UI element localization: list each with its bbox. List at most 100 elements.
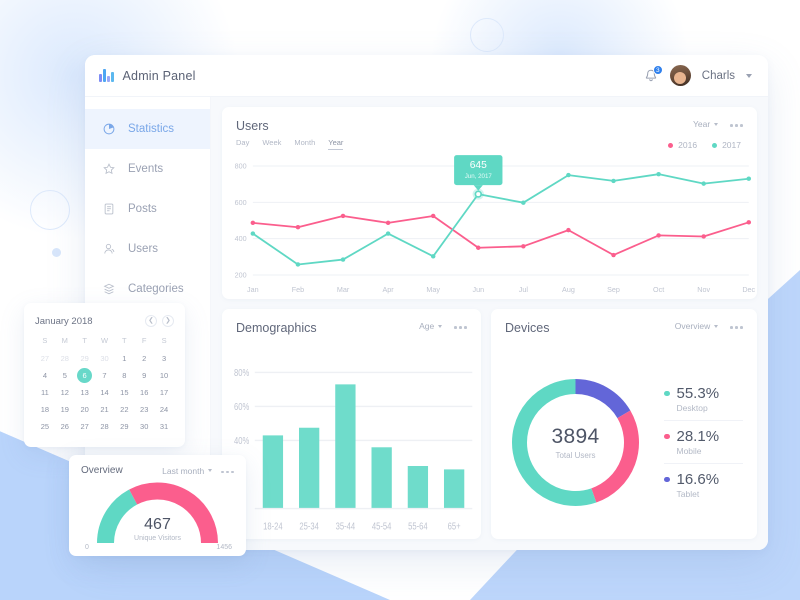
calendar-day[interactable]: 31 (154, 419, 174, 434)
calendar-day[interactable]: 30 (134, 419, 154, 434)
calendar-navs: ❮ ❯ (145, 315, 174, 327)
avatar[interactable] (669, 65, 691, 86)
sidebar-item-label: Events (128, 163, 164, 175)
list-item[interactable]: 28.1% Mobile (664, 420, 743, 463)
devices-tools: Overview (675, 321, 743, 331)
tab-week[interactable]: Week (262, 138, 281, 150)
document-icon (104, 203, 114, 215)
calendar-day[interactable]: 21 (95, 402, 115, 417)
devices-more-button[interactable] (730, 323, 743, 329)
device-percent: 55.3% (676, 385, 720, 402)
sidebar-item-label: Posts (128, 203, 157, 215)
notification-bell-button[interactable]: 3 (643, 64, 663, 84)
calendar-day[interactable]: 20 (75, 402, 95, 417)
calendar-day[interactable]: 22 (114, 402, 134, 417)
calendar-day[interactable]: 4 (35, 368, 55, 383)
devices-card: Devices Overview 3894 Total Users 55.3% … (491, 309, 757, 539)
legend-item-2017[interactable]: 2017 (712, 140, 741, 150)
overview-period-select[interactable]: Last month (162, 466, 213, 476)
calendar-day[interactable]: 28 (55, 351, 75, 366)
chevron-right-icon[interactable]: ❯ (162, 315, 174, 327)
calendar-day[interactable]: 19 (55, 402, 75, 417)
chevron-down-icon (438, 324, 443, 328)
calendar-day[interactable]: 7 (95, 368, 115, 383)
donut-center: 3894 Total Users (507, 374, 644, 511)
sidebar-item-events[interactable]: Events (85, 149, 210, 189)
overview-title: Overview (81, 465, 123, 476)
devices-select[interactable]: Overview (675, 321, 719, 331)
demographics-more-button[interactable] (454, 323, 467, 329)
legend-item-2016[interactable]: 2016 (668, 140, 697, 150)
calendar-day[interactable]: 27 (35, 351, 55, 366)
users-more-button[interactable] (730, 121, 743, 127)
calendar-day[interactable]: 29 (114, 419, 134, 434)
chevron-down-icon (714, 324, 719, 328)
calendar-dow-label: S (161, 336, 167, 345)
users-line-chart[interactable]: 200 400 600 800 Jan Feb Mar Apr May Jun Jul Aug Sep O… (222, 152, 757, 299)
user-icon (104, 243, 115, 254)
topbar-right: 3 Charls (643, 64, 752, 86)
tab-year[interactable]: Year (328, 138, 344, 150)
calendar-day[interactable]: 16 (134, 385, 154, 400)
calendar-day[interactable]: 30 (95, 351, 115, 366)
overview-more-button[interactable] (221, 468, 234, 474)
calendar-day[interactable]: 10 (154, 368, 174, 383)
calendar-day[interactable]: 11 (35, 385, 55, 400)
calendar-day[interactable]: 18 (35, 402, 55, 417)
users-period-select[interactable]: Year (693, 119, 719, 129)
user-name: Charls (701, 69, 735, 82)
legend-dot (668, 142, 674, 148)
app-title: Admin Panel (122, 68, 196, 83)
calendar-day[interactable]: 17 (154, 385, 174, 400)
svg-text:40%: 40% (234, 435, 249, 446)
calendar-day[interactable]: 13 (75, 385, 95, 400)
calendar-day[interactable]: 24 (154, 402, 174, 417)
demographics-select[interactable]: Age (419, 321, 443, 331)
tab-day[interactable]: Day (236, 138, 249, 150)
calendar-day[interactable]: 15 (114, 385, 134, 400)
chevron-left-icon[interactable]: ❮ (145, 315, 157, 327)
calendar-day[interactable]: 1 (114, 351, 134, 366)
calendar-day[interactable]: 26 (55, 419, 75, 434)
calendar-day[interactable]: 3 (154, 351, 174, 366)
svg-text:35-44: 35-44 (336, 520, 356, 531)
devices-body: 3894 Total Users 55.3% Desktop 28.1% Mob… (491, 345, 757, 539)
demographics-select-value: Age (419, 321, 435, 331)
donut-total-label: Total Users (555, 450, 596, 460)
list-item[interactable]: 55.3% Desktop (664, 378, 743, 420)
svg-text:Mar: Mar (337, 286, 350, 294)
calendar-day[interactable]: 2 (134, 351, 154, 366)
devices-donut-chart[interactable]: 3894 Total Users (507, 374, 644, 511)
calendar-day[interactable]: 28 (95, 419, 115, 434)
users-card-header: Users Year (222, 107, 757, 133)
svg-text:200: 200 (235, 272, 247, 280)
svg-text:18-24: 18-24 (263, 520, 283, 531)
calendar-day[interactable]: 8 (114, 368, 134, 383)
calendar-day[interactable]: 25 (35, 419, 55, 434)
calendar-day[interactable]: 14 (95, 385, 115, 400)
calendar-widget: January 2018 ❮ ❯ S M T W T F S 27 28 29 30 1 2 3 4 5 6 7 8… (24, 303, 185, 447)
calendar-day[interactable]: 12 (55, 385, 75, 400)
demographics-bar-chart[interactable]: 40% 60% 80% 18-24 25-34 35-44 45-54 55-64 65+ (222, 345, 481, 539)
svg-text:Oct: Oct (653, 286, 664, 294)
calendar-day[interactable]: 9 (134, 368, 154, 383)
tab-month[interactable]: Month (294, 138, 315, 150)
demographics-tools: Age (419, 321, 467, 331)
devices-header: Devices Overview (491, 309, 757, 335)
svg-text:Jul: Jul (519, 286, 529, 294)
chevron-down-icon[interactable] (746, 73, 752, 78)
legend-dot (664, 476, 670, 483)
calendar-day-selected[interactable]: 6 (75, 368, 95, 383)
overview-gauge-chart[interactable]: 467 Unique Visitors 0 1456 (81, 478, 234, 555)
calendar-day[interactable]: 5 (55, 368, 75, 383)
calendar-day[interactable]: 23 (134, 402, 154, 417)
calendar-day[interactable]: 27 (75, 419, 95, 434)
background-ring (30, 190, 70, 230)
calendar-dow-label: T (82, 336, 87, 345)
sidebar-item-posts[interactable]: Posts (85, 189, 210, 229)
list-item[interactable]: 16.6% Tablet (664, 463, 743, 506)
page-title: Users (236, 119, 269, 133)
sidebar-item-statistics[interactable]: Statistics (85, 109, 210, 149)
calendar-day[interactable]: 29 (75, 351, 95, 366)
sidebar-item-users[interactable]: Users (85, 229, 210, 269)
